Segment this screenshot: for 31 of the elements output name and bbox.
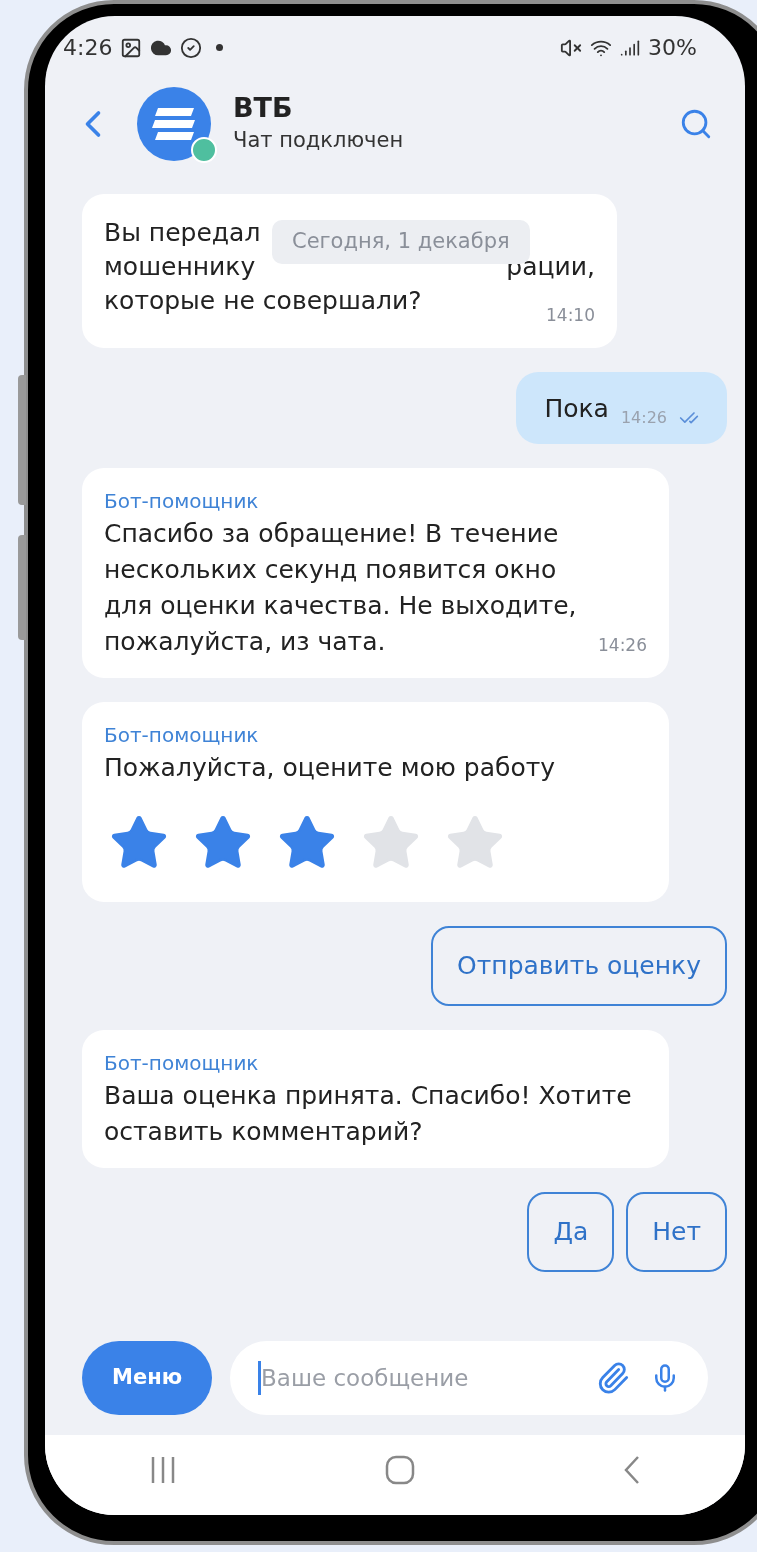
message-text: Пока <box>544 393 609 425</box>
status-time: 4:26 <box>63 34 113 62</box>
reply-button[interactable]: Нет <box>626 1192 727 1272</box>
message-field[interactable]: Ваше сообщение <box>230 1341 708 1415</box>
recent-apps-icon[interactable] <box>149 1455 177 1485</box>
image-icon <box>120 36 143 59</box>
message-time: 14:26 <box>598 633 647 657</box>
sender-name: Бот-помощник <box>104 1050 260 1077</box>
chat-title: ВТБ <box>233 90 294 125</box>
message-text: Пожалуйста, оцените мою работу <box>104 752 557 784</box>
message-text: которые не совершали? <box>104 285 422 317</box>
attach-icon[interactable] <box>596 1361 630 1395</box>
message-text: Вы передал <box>104 217 261 249</box>
sender-name: Бот-помощник <box>104 722 260 749</box>
check-circle-icon <box>180 36 203 59</box>
message-time: 14:26 <box>620 407 667 429</box>
home-icon[interactable] <box>385 1455 415 1485</box>
sender-name: Бот-помощник <box>104 488 260 515</box>
back-nav-icon[interactable] <box>623 1455 641 1485</box>
online-badge <box>191 136 217 163</box>
message-text: мошеннику <box>104 251 256 283</box>
message-text: Ваша оценка принята. Спасибо! Хотите оставить комментарий? <box>104 1080 633 1148</box>
logo-icon <box>152 107 196 140</box>
battery-percent: 30% <box>648 34 697 62</box>
menu-button[interactable]: Меню <box>82 1341 213 1415</box>
reply-button[interactable]: Отправить оценку <box>431 926 727 1006</box>
message-time: 14:10 <box>546 304 595 327</box>
message-text: Спасибо за обращение! В течение нескольких секунд появится окно для оценки качества. Не выходите, пожалуйста, из чата. <box>104 518 578 658</box>
message-input[interactable]: Ваше сообщение <box>258 1360 576 1396</box>
chat-status: Чат подключен <box>233 126 405 154</box>
reply-button[interactable]: Да <box>527 1192 615 1272</box>
